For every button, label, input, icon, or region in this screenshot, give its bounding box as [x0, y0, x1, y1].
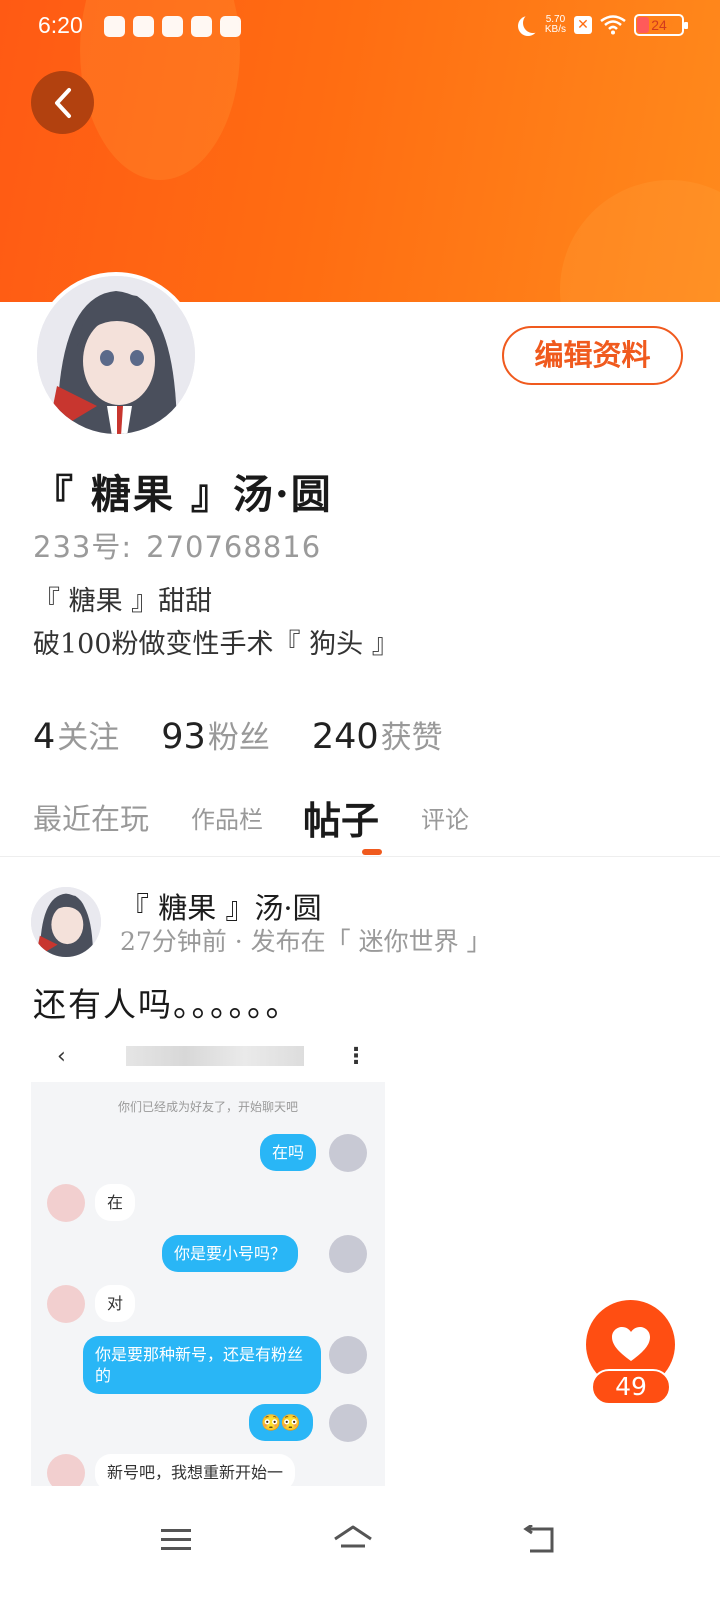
chat-bubble: 新号吧，我想重新开始一 [95, 1454, 296, 1486]
stat-likes[interactable]: 240 获赞 [312, 712, 443, 757]
stat-label: 粉丝 [207, 720, 270, 756]
heart-icon [611, 1326, 650, 1361]
tab-recent-played[interactable]: 最近在玩 [33, 796, 149, 838]
back-nav-button[interactable] [509, 1510, 569, 1570]
tab-works[interactable]: 作品栏 [191, 800, 263, 835]
post-text[interactable]: 还有人吗。。。。。。 [33, 978, 301, 1026]
app-notification-icon [191, 16, 212, 37]
battery-level: 24 [651, 17, 667, 33]
bio-line: 破100粉做变性手术『 狗头 』 [33, 629, 399, 660]
status-time: 6:20 [38, 12, 83, 38]
chat-bubble: 😳😳 [249, 1404, 313, 1441]
profile-bio: 『 糖果 』甜甜 破100粉做变性手术『 狗头 』 [33, 580, 399, 666]
wifi-icon [600, 15, 626, 35]
app-notification-icon [220, 16, 241, 37]
post-author-name[interactable]: 『 糖果 』汤·圆 [120, 885, 322, 927]
chat-bubble: 你是要小号吗？ [162, 1235, 299, 1272]
profile-avatar[interactable] [33, 272, 199, 438]
sim-off-icon: ✕ [574, 16, 592, 34]
app-notification-icon [133, 16, 154, 37]
profile-page: 6:20 5.70 KB/s ✕ 24 编辑资料 『 糖果 』汤·圆 233号:… [0, 0, 720, 1600]
post-author-avatar[interactable] [31, 887, 101, 957]
chat-system-message: 你们已经成为好友了，开始聊天吧 [117, 1100, 298, 1114]
profile-id: 233号: 270768816 [33, 524, 321, 566]
stat-label: 获赞 [380, 720, 443, 756]
notification-icons [104, 16, 241, 37]
chat-bubble: 在吗 [260, 1134, 317, 1171]
battery-icon: 24 [634, 14, 688, 36]
profile-username: 『 糖果 』汤·圆 [33, 471, 333, 518]
profile-id-value[interactable]: 270768816 [146, 530, 321, 564]
tab-comments[interactable]: 评论 [421, 800, 469, 835]
profile-stats: 4 关注 93 粉丝 240 获赞 [33, 712, 443, 757]
menu-icon [161, 1529, 191, 1550]
blurred-name [126, 1046, 304, 1066]
stat-label: 关注 [57, 720, 120, 756]
stat-followers[interactable]: 93 粉丝 [161, 712, 270, 757]
active-tab-indicator [362, 849, 382, 855]
avatar [47, 1454, 85, 1486]
avatar [47, 1184, 85, 1222]
menu-button[interactable] [146, 1510, 206, 1570]
stat-following[interactable]: 4 关注 [33, 712, 119, 757]
avatar [329, 1336, 367, 1374]
system-nav-bar [0, 1488, 720, 1600]
post-meta: 27分钟前 · 发布在「 迷你世界 」 [120, 927, 492, 956]
post-image[interactable]: ‹ ⋮ 你们已经成为好友了，开始聊天吧 在吗 在 你是要小号吗？ 对 你是要那种… [31, 1036, 385, 1486]
network-speed-unit: KB/s [544, 24, 566, 35]
app-notification-icon [104, 16, 125, 37]
return-icon [523, 1525, 554, 1553]
chat-bubble: 在 [95, 1184, 136, 1221]
profile-tabs: 最近在玩 作品栏 帖子 评论 [33, 784, 693, 850]
avatar [329, 1404, 367, 1442]
stat-number: 240 [311, 717, 379, 757]
network-speed: 5.70 KB/s [545, 15, 566, 35]
more-icon: ⋮ [345, 1044, 367, 1069]
stat-number: 4 [33, 717, 56, 757]
chat-bubble: 对 [95, 1285, 136, 1322]
avatar [47, 1285, 85, 1323]
chevron-left-icon [54, 87, 71, 118]
moon-icon [523, 13, 543, 33]
back-button[interactable] [31, 71, 94, 134]
edit-profile-button[interactable]: 编辑资料 [502, 326, 683, 385]
chat-bubble: 你是要那种新号，还是有粉丝的 [83, 1336, 321, 1394]
avatar [329, 1235, 367, 1273]
bio-line: 『 糖果 』甜甜 [33, 586, 213, 617]
home-button[interactable] [323, 1510, 383, 1570]
home-icon [334, 1525, 372, 1548]
tabs-divider [0, 856, 720, 857]
tab-posts[interactable]: 帖子 [303, 790, 379, 845]
like-count: 49 [591, 1369, 671, 1405]
app-notification-icon [162, 16, 183, 37]
stat-number: 93 [161, 717, 206, 757]
profile-id-label: 233号: [33, 530, 133, 564]
status-bar: 6:20 5.70 KB/s ✕ 24 [0, 0, 720, 54]
chevron-left-icon: ‹ [57, 1044, 66, 1069]
avatar [329, 1134, 367, 1172]
chat-header: ‹ ⋮ [31, 1036, 385, 1082]
